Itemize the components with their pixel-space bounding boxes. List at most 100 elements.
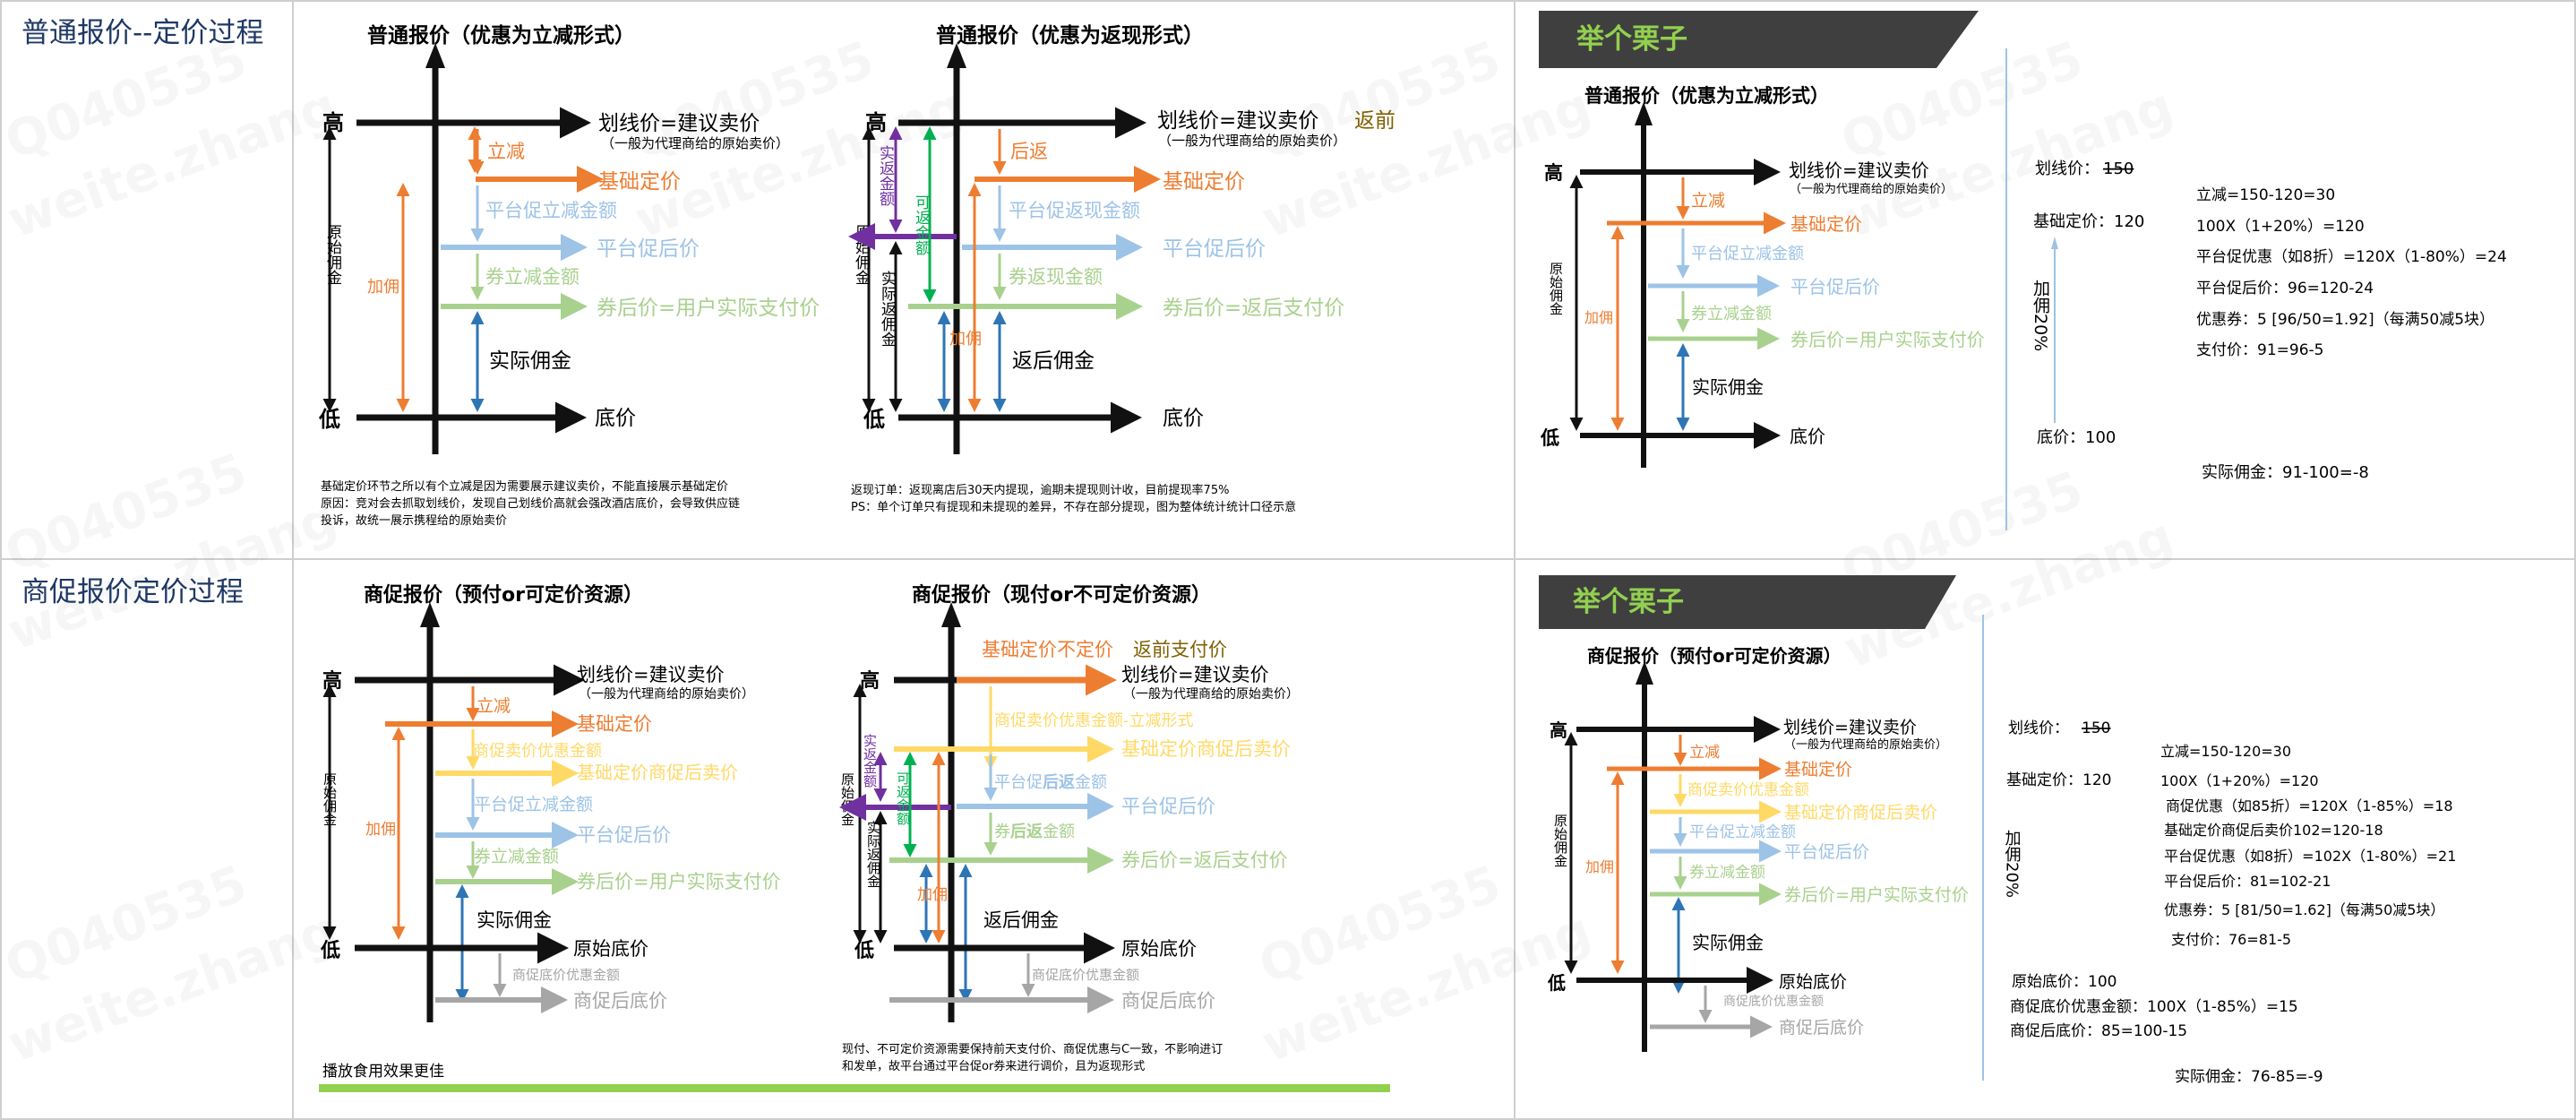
- label-actual-return-commission: 实际返佣金: [865, 821, 881, 888]
- label-original-commission: 原始佣金: [839, 772, 855, 826]
- label-actual-commission: 实际佣金: [489, 349, 571, 373]
- label-after-coupon: 券后价=用户实际支付价: [577, 871, 781, 892]
- label-line-top-sub: （一般为代理商给的原始卖价）: [601, 135, 789, 151]
- label-coupon-amount: 券返现金额: [1009, 266, 1103, 288]
- example-banner-text: 举个栗子: [1572, 586, 1684, 618]
- note-line: 基础定价环节之所以有个立减是因为需要展示建议卖价，不能直接展示基础定价: [321, 479, 728, 494]
- calc-floor-label: 底价：100: [2037, 428, 2116, 447]
- label-merchant-amount: 商促卖价优惠金额: [1687, 781, 1809, 799]
- diagram-title: 普通报价（优惠为返现形式）: [936, 23, 1204, 47]
- label-markup: 加佣: [917, 886, 948, 904]
- label-platform-amount-c: 金额: [1075, 773, 1107, 792]
- diagram-title: 普通报价（优惠为立减形式）: [367, 23, 635, 47]
- merchant-example: 举个栗子 商促报价（预付or可定价资源） 高 划线价=建议卖价 （一般为代理商给…: [1539, 575, 2456, 1086]
- label-line-top-sub: （一般为代理商给的原始卖价）: [1784, 737, 1947, 752]
- label-markup: 加佣: [365, 821, 396, 839]
- label-discount: 立减: [477, 696, 511, 716]
- label-high: 高: [860, 669, 880, 693]
- label-coupon-amount: 券立减金额: [474, 847, 559, 866]
- label-actual-return: 实返金额: [862, 734, 878, 788]
- note-line: 返现订单：返现离店后30天内提现，逾期未提现则计收，目前提现率75%: [851, 483, 1229, 497]
- calc-line: 优惠券：5 [96/50=1.92]（每满50减5块）: [2196, 311, 2494, 329]
- label-merchant-price: 基础定价商促后卖价: [1121, 738, 1291, 760]
- calc-line: 支付价：76=81-5: [2171, 931, 2291, 948]
- calc-floor-discount: 商促底价优惠金额：100X（1-85%）=15: [2010, 998, 2298, 1016]
- diagram-title: 普通报价（优惠为立减形式）: [1584, 85, 1829, 107]
- label-coupon-amount-c: 金额: [1043, 823, 1075, 841]
- calc-floor-after: 商促后底价：85=100-15: [2010, 1022, 2187, 1040]
- calc-line: 立减=150-120=30: [2196, 186, 2335, 204]
- label-cashback: 后返: [1010, 141, 1048, 162]
- calc-base-label: 基础定价：120: [2033, 212, 2144, 231]
- label-line-top-sub: （一般为代理商给的原始卖价）: [1123, 687, 1299, 702]
- label-markup: 加佣: [367, 278, 399, 297]
- calc-list-price-label: 划线价：: [2035, 159, 2099, 178]
- label-platform-amount-b: 后返: [1043, 773, 1075, 792]
- calc-line: 支付价：91=96-5: [2196, 341, 2323, 359]
- normal-pricing-diagrams: 普通报价（优惠为立减形式） 高 划线价=建议卖价 （一般为代理商给的原始卖价） …: [318, 23, 1395, 528]
- calc-line: 平台促优惠（如8折）=102X（1-80%）=21: [2164, 848, 2456, 865]
- label-markup: 加佣: [1585, 858, 1614, 875]
- label-coupon-amount: 券立减金额: [1691, 305, 1772, 323]
- label-line-top-sub: （一般为代理商给的原始卖价）: [1790, 182, 1953, 196]
- label-floor: 底价: [1163, 407, 1204, 430]
- example-banner-text: 举个栗子: [1576, 23, 1687, 56]
- label-discount: 立减: [487, 141, 525, 162]
- label-after-coupon: 券后价=用户实际支付价: [597, 297, 820, 320]
- label-coupon-amount: 券立减金额: [485, 266, 580, 288]
- label-floor: 原始底价: [1779, 972, 1847, 992]
- label-base-price: 基础定价: [598, 170, 681, 194]
- label-base-price: 基础定价: [1784, 760, 1852, 780]
- calc-line: 100X（1+20%）=120: [2160, 772, 2319, 789]
- label-platform-price: 平台促后价: [1121, 796, 1215, 817]
- label-line-top-sub: （一般为代理商给的原始卖价）: [579, 687, 754, 702]
- label-high: 高: [1544, 162, 1563, 184]
- label-discount: 立减: [1689, 744, 1720, 762]
- label-after-return-commission: 返后佣金: [1012, 349, 1095, 373]
- label-high: 高: [1550, 719, 1567, 741]
- label-floor-after: 商促后底价: [573, 990, 667, 1012]
- label-platform-amount: 平台促返现金额: [1009, 200, 1140, 221]
- label-header-left: 基础定价不定价: [982, 639, 1113, 660]
- label-line-top: 划线价=建议卖价: [1157, 109, 1318, 133]
- label-floor: 原始底价: [1121, 938, 1197, 960]
- label-platform-amount: 平台促立减金额: [1689, 823, 1796, 841]
- note-line: 和发单，故平台通过平台促or券来进行调价，且为返现形式: [842, 1059, 1145, 1073]
- label-platform-amount-a: 平台促: [994, 773, 1043, 792]
- label-after-coupon: 券后价=用户实际支付价: [1784, 885, 1969, 905]
- label-actual-commission: 实际佣金: [477, 909, 552, 931]
- label-low: 低: [320, 940, 340, 962]
- label-header-right: 返前支付价: [1133, 639, 1227, 660]
- calc-line: 平台促后价：81=102-21: [2164, 873, 2331, 890]
- diagram-normal-discount: 普通报价（优惠为立减形式） 高 划线价=建议卖价 （一般为代理商给的原始卖价） …: [318, 23, 820, 528]
- label-line-top-sub: （一般为代理商给的原始卖价）: [1158, 133, 1346, 149]
- label-markup: 加佣: [949, 330, 982, 349]
- section-title-merchant: 商促报价定价过程: [21, 576, 244, 608]
- label-after-return-commission: 返后佣金: [983, 909, 1059, 931]
- label-coupon-amount: 券立减金额: [1689, 864, 1765, 882]
- label-base-price: 基础定价: [577, 713, 652, 735]
- diagram-normal-cashback: 普通报价（优惠为返现形式） 高 划线价=建议卖价 返前 （一般为代理商给的原始卖…: [848, 23, 1395, 514]
- label-original-commission: 原始佣金: [323, 224, 342, 285]
- label-coupon-amount-b: 后返: [1010, 823, 1043, 841]
- note-line: 原因：竞对会去抓取划线价，发现自己划线价高就会强改酒店底价，会导致供应链: [321, 496, 740, 511]
- label-merchant-price: 基础定价商促后卖价: [1784, 803, 1937, 823]
- label-low: 低: [863, 407, 885, 432]
- label-can-return: 可返金额: [895, 771, 911, 825]
- label-line-top: 划线价=建议卖价: [577, 664, 725, 685]
- label-line-top: 划线价=建议卖价: [1121, 664, 1269, 685]
- label-discount: 立减: [1691, 191, 1725, 211]
- calc-list-price-value: 150: [2082, 719, 2110, 737]
- label-line-top: 划线价=建议卖价: [1783, 718, 1917, 737]
- label-platform-amount: 平台促立减金额: [474, 795, 593, 814]
- label-high: 高: [322, 110, 344, 135]
- label-merchant-amount: 商促卖价优惠金额: [473, 742, 602, 761]
- calc-base-label: 基础定价：120: [2006, 771, 2111, 789]
- diagram-merchant-pay-at-hotel: 商促报价（现付or不可定价资源） 基础定价不定价 返前支付价 高 划线价=建议卖…: [839, 583, 1299, 1073]
- label-markup: 加佣: [1584, 309, 1613, 326]
- label-merchant-price: 基础定价商促后卖价: [577, 762, 738, 783]
- calc-line: 基础定价商促后卖价102=120-18: [2164, 822, 2383, 839]
- label-actual-commission: 实际佣金: [1692, 932, 1764, 953]
- label-original-commission: 原始佣金: [1548, 262, 1564, 315]
- label-low: 低: [1540, 427, 1559, 449]
